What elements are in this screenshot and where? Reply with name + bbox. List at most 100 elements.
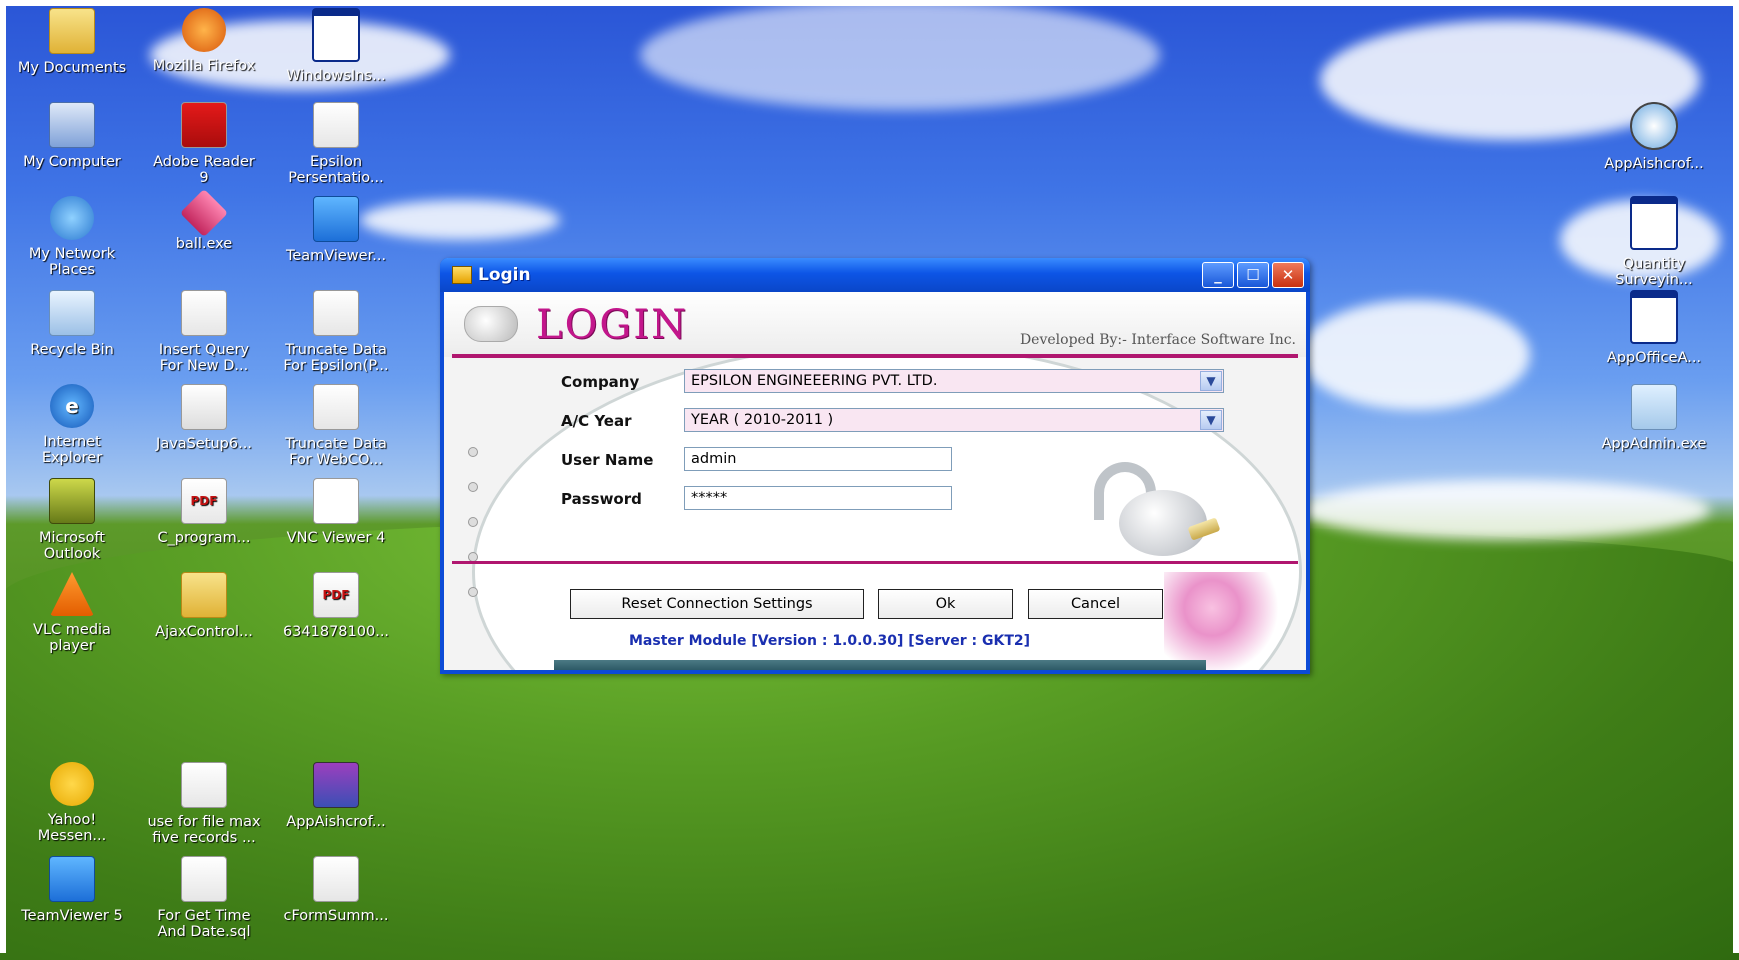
desktop-icon-insert-query[interactable]: Insert Query For New D...: [140, 290, 268, 374]
pdf-file-icon: PDF: [181, 478, 227, 524]
password-input[interactable]: *****: [684, 486, 952, 510]
icon-label: Internet Explorer: [41, 434, 103, 466]
desktop-icon-truncate-epsilon[interactable]: Truncate Data For Epsilon(P...: [272, 290, 400, 374]
firefox-icon: [182, 8, 226, 52]
desktop-icon-appaishcrof-rar[interactable]: AppAishcrof...: [272, 762, 400, 830]
winrar-icon: [313, 762, 359, 808]
year-value: YEAR ( 2010-2011 ): [691, 412, 834, 428]
desktop-icon-pdf-6341878100[interactable]: PDF 6341878100...: [272, 572, 400, 640]
desktop-icon-epsilon-presentation[interactable]: Epsilon Persentatio...: [272, 102, 400, 186]
cancel-button[interactable]: Cancel: [1028, 589, 1163, 619]
icon-label: C_program...: [157, 530, 251, 546]
desktop-icon-my-computer[interactable]: My Computer: [8, 102, 136, 170]
desktop-icon-teamviewer[interactable]: TeamViewer...: [272, 196, 400, 264]
icon-label: My Computer: [23, 154, 121, 170]
icon-label: For Get Time And Date.sql: [157, 908, 251, 940]
title-bar[interactable]: Login _ ☐ ✕: [440, 258, 1310, 292]
icon-label: Epsilon Persentatio...: [288, 154, 384, 186]
icon-label: Microsoft Outlook: [39, 530, 105, 562]
icon-label: ball.exe: [175, 236, 233, 252]
company-value: EPSILON ENGINEEERING PVT. LTD.: [691, 373, 938, 389]
desktop-icon-vlc[interactable]: VLC media player: [8, 572, 136, 654]
desktop-icon-adobe-reader[interactable]: Adobe Reader 9: [140, 102, 268, 186]
chevron-down-icon[interactable]: ▼: [1200, 371, 1222, 391]
version-info: Master Module [Version : 1.0.0.30] [Serv…: [629, 633, 1031, 649]
username-input[interactable]: admin: [684, 447, 952, 471]
icon-label: TeamViewer...: [285, 248, 387, 264]
desktop-icon-truncate-webco[interactable]: Truncate Data For WebCO...: [272, 384, 400, 468]
desktop-icon-yahoo-messenger[interactable]: Yahoo! Messen...: [8, 762, 136, 844]
document-icon: [313, 856, 359, 902]
close-button[interactable]: ✕: [1272, 262, 1304, 288]
desktop-icon-recycle-bin[interactable]: Recycle Bin: [8, 290, 136, 358]
desktop-icon-vnc-viewer[interactable]: VNC Viewer 4: [272, 478, 400, 546]
recycle-bin-icon: [49, 290, 95, 336]
icon-label: My Network Places: [28, 246, 116, 278]
desktop-icon-use-for-file-max[interactable]: use for file max five records ...: [140, 762, 268, 846]
document-icon: [313, 290, 359, 336]
form-divider: [452, 561, 1298, 564]
desktop-icon-appoffice[interactable]: AppOfficeA...: [1590, 290, 1718, 366]
maximize-button[interactable]: ☐: [1237, 262, 1269, 288]
desktop-icon-teamviewer5[interactable]: TeamViewer 5: [8, 856, 136, 924]
cloud: [1300, 300, 1530, 410]
login-logo: LOGIN: [536, 302, 689, 348]
vnc-icon: [313, 478, 359, 524]
desktop-icon-appadmin[interactable]: AppAdmin.exe: [1590, 384, 1718, 452]
decorative-dots: [468, 447, 478, 597]
username-label: User Name: [561, 451, 654, 469]
desktop-icon-outlook[interactable]: Microsoft Outlook: [8, 478, 136, 562]
ball-exe-icon: [179, 188, 229, 238]
document-icon: [313, 384, 359, 430]
desktop-icon-appaishcrof[interactable]: AppAishcrof...: [1590, 102, 1718, 172]
desktop-icon-c-program[interactable]: PDF C_program...: [140, 478, 268, 546]
ok-button[interactable]: Ok: [878, 589, 1013, 619]
company-label: Company: [561, 373, 640, 391]
icon-label: cFormSumm...: [283, 908, 389, 924]
icon-label: Truncate Data For Epsilon(P...: [283, 342, 389, 374]
login-window: Login _ ☐ ✕ LOGIN Developed By:- Interfa…: [440, 258, 1310, 674]
icon-label: WindowsIns...: [286, 68, 386, 84]
desktop-icon-ball-exe[interactable]: ball.exe: [140, 188, 268, 252]
java-cup-icon: [181, 384, 227, 430]
bottom-band: [554, 660, 1206, 670]
icon-label: AppAishcrof...: [286, 814, 386, 830]
document-icon: [181, 762, 227, 808]
desktop-icon-windows-ins[interactable]: WindowsIns...: [272, 8, 400, 84]
icon-label: VLC media player: [33, 622, 111, 654]
desktop-icon-my-network-places[interactable]: My Network Places: [8, 196, 136, 278]
powerpoint-icon: [313, 102, 359, 148]
flower-decoration: [1164, 572, 1284, 670]
chevron-down-icon[interactable]: ▼: [1200, 410, 1222, 430]
login-client-area: LOGIN Developed By:- Interface Software …: [444, 292, 1306, 670]
icon-label: Insert Query For New D...: [158, 342, 250, 374]
desktop-icon-java-setup[interactable]: JavaSetup6...: [140, 384, 268, 452]
desktop-icon-firefox[interactable]: Mozilla Firefox: [140, 8, 268, 74]
desktop-icon-quantity-surveying[interactable]: Quantity Surveyin...: [1590, 196, 1718, 288]
folder-icon: [181, 572, 227, 618]
adobe-reader-icon: [181, 102, 227, 148]
icon-label: JavaSetup6...: [156, 436, 252, 452]
desktop-icon-for-get-time[interactable]: For Get Time And Date.sql: [140, 856, 268, 940]
folder-icon: [49, 8, 95, 54]
company-select[interactable]: EPSILON ENGINEEERING PVT. LTD. ▼: [684, 369, 1224, 393]
pdf-file-icon: PDF: [313, 572, 359, 618]
minimize-button[interactable]: _: [1202, 262, 1234, 288]
password-label: Password: [561, 490, 642, 508]
desktop-icon-internet-explorer[interactable]: e Internet Explorer: [8, 384, 136, 466]
developer-credit: Developed By:- Interface Software Inc.: [1019, 332, 1296, 348]
year-select[interactable]: YEAR ( 2010-2011 ) ▼: [684, 408, 1224, 432]
desktop-icon-ajax-control[interactable]: AjaxControl...: [140, 572, 268, 640]
icon-label: VNC Viewer 4: [286, 530, 386, 546]
icon-label: Quantity Surveyin...: [1615, 256, 1693, 288]
window-app-icon: [1630, 290, 1678, 344]
document-icon: [181, 290, 227, 336]
icon-label: Yahoo! Messen...: [37, 812, 107, 844]
icon-label: use for file max five records ...: [147, 814, 261, 846]
desktop-icon-cformsumm[interactable]: cFormSumm...: [272, 856, 400, 924]
reset-connection-button[interactable]: Reset Connection Settings: [570, 589, 864, 619]
vlc-cone-icon: [50, 572, 94, 616]
desktop-icon-my-documents[interactable]: My Documents: [8, 8, 136, 76]
window-title: Login: [478, 265, 531, 285]
admin-users-icon: [1631, 384, 1677, 430]
